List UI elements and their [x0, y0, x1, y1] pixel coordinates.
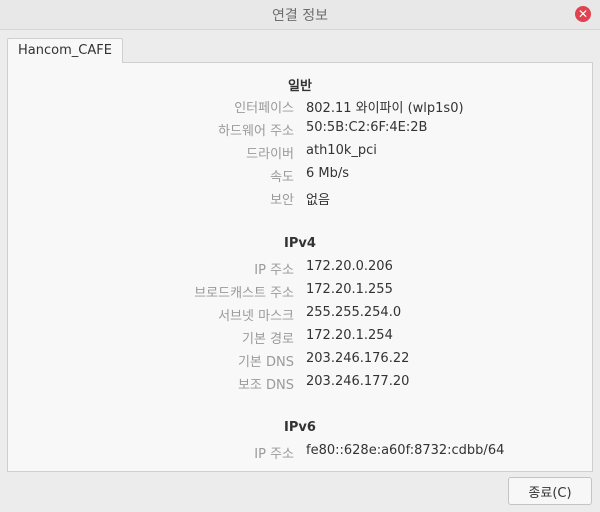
- info-row: 서브넷 마스크 255.255.254.0: [0, 305, 600, 325]
- row-value: 255.255.254.0: [306, 305, 402, 320]
- section-title-ipv6: IPv6: [0, 420, 600, 435]
- info-row: 브로드캐스트 주소 172.20.1.255: [0, 282, 600, 302]
- row-label: 인터페이스: [234, 101, 294, 116]
- row-value: 50:5B:C2:6F:4E:2B: [306, 120, 428, 135]
- row-value: 203.246.176.22: [306, 351, 410, 366]
- close-button[interactable]: 종료(C): [508, 477, 592, 505]
- row-label: 드라이버: [246, 147, 294, 162]
- row-label: 브로드캐스트 주소: [194, 286, 294, 301]
- info-row: 보안 없음: [0, 189, 600, 209]
- row-value: 6 Mb/s: [306, 166, 350, 181]
- row-label: 기본 경로: [242, 332, 294, 347]
- row-label: 서브넷 마스크: [218, 309, 294, 324]
- row-value: 없음: [306, 193, 330, 208]
- row-value: 172.20.0.206: [306, 259, 393, 274]
- connection-info-dialog: 연결 정보 ✕ Hancom_CAFE 일반 인터페이스 802.11 와이파이…: [0, 0, 600, 512]
- window-title: 연결 정보: [272, 8, 328, 24]
- row-value: fe80::628e:a60f:8732:cdbb/64: [306, 443, 505, 458]
- info-row: 인터페이스 802.11 와이파이 (wlp1s0): [0, 97, 600, 117]
- title-bar: 연결 정보 ✕: [0, 0, 600, 30]
- info-row: 드라이버 ath10k_pci: [0, 143, 600, 163]
- info-row: 기본 경로 172.20.1.254: [0, 328, 600, 348]
- info-row: IP 주소 172.20.0.206: [0, 259, 600, 279]
- tab-hancom-cafe[interactable]: Hancom_CAFE: [7, 38, 123, 63]
- row-value: ath10k_pci: [306, 143, 377, 158]
- info-row: 보조 DNS 203.246.177.20: [0, 374, 600, 394]
- general-title: 일반: [288, 79, 312, 94]
- close-icon[interactable]: ✕: [575, 6, 591, 22]
- info-row: 기본 DNS 203.246.176.22: [0, 351, 600, 371]
- row-label: IP 주소: [254, 263, 294, 278]
- row-value: 802.11 와이파이 (wlp1s0): [306, 101, 464, 116]
- row-label: IP 주소: [254, 447, 294, 462]
- info-row: 하드웨어 주소 50:5B:C2:6F:4E:2B: [0, 120, 600, 140]
- row-label: 하드웨어 주소: [218, 124, 294, 139]
- section-title-ipv4: IPv4: [0, 236, 600, 251]
- row-label: 기본 DNS: [237, 355, 294, 370]
- row-value: 172.20.1.255: [306, 282, 393, 297]
- row-label: 보안: [270, 193, 294, 208]
- row-value: 172.20.1.254: [306, 328, 393, 343]
- row-label: 보조 DNS: [237, 378, 294, 393]
- info-row: IP 주소 fe80::628e:a60f:8732:cdbb/64: [0, 443, 600, 463]
- ipv4-title: IPv4: [284, 236, 316, 251]
- row-label: 속도: [270, 170, 294, 185]
- section-title-general: 일반: [0, 75, 600, 94]
- info-row: 속도 6 Mb/s: [0, 166, 600, 186]
- ipv6-title: IPv6: [284, 420, 316, 435]
- row-value: 203.246.177.20: [306, 374, 410, 389]
